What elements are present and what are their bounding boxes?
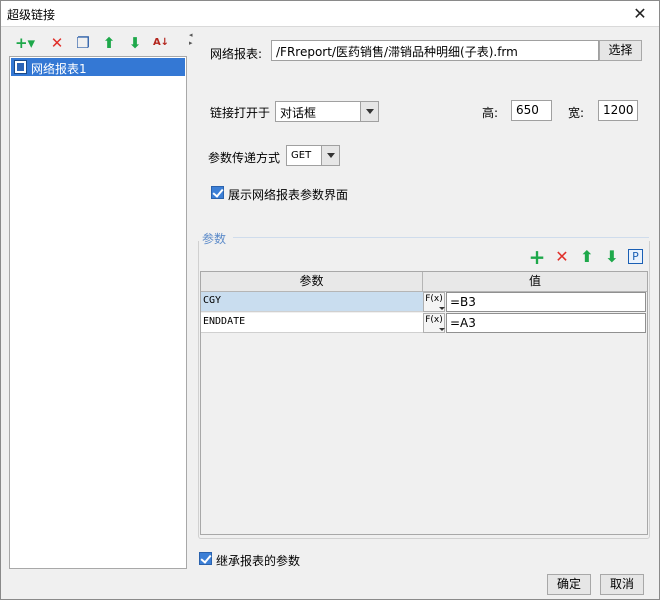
tree-item-web-report[interactable]: 网络报表1 <box>11 58 185 76</box>
move-param-down-icon[interactable]: ⬇ <box>602 247 622 267</box>
open-in-value: 对话框 <box>280 106 317 120</box>
add-param-icon[interactable]: + <box>527 247 547 267</box>
open-in-label: 链接打开于 <box>210 106 271 120</box>
chevron-down-icon <box>321 146 339 165</box>
tree-item-label: 网络报表1 <box>31 62 87 76</box>
close-icon[interactable]: ✕ <box>629 3 651 25</box>
delete-icon[interactable]: ✕ <box>47 33 67 53</box>
table-row-param-value[interactable]: =B3 <box>446 292 646 312</box>
formula-icon[interactable]: F(x) <box>423 313 445 333</box>
show-params-checkbox[interactable] <box>211 186 224 199</box>
param-icon[interactable]: P <box>628 249 643 264</box>
report-path-field[interactable]: /FRreport/医药销售/滞销品种明细(子表).frm <box>271 40 599 61</box>
width-field[interactable]: 1200 <box>598 100 638 121</box>
chevron-down-icon <box>360 102 378 121</box>
param-method-value: GET <box>291 150 312 161</box>
table-row-param-name[interactable]: ENDDATE <box>201 313 423 333</box>
group-divider <box>233 237 649 238</box>
height-field[interactable]: 650 <box>511 100 552 121</box>
title-bar: 超级链接 ✕ <box>1 1 659 27</box>
column-header-value[interactable]: 值 <box>423 272 647 292</box>
table-row-param-name[interactable]: CGY <box>201 292 423 312</box>
hyperlink-dialog: 超级链接 ✕ +▾ ✕ ❐ ⬆ ⬇ A↓ ◂ ▸ 网络报表1 网络报表: /FRr… <box>0 0 660 600</box>
show-params-label: 展示网络报表参数界面 <box>228 188 349 202</box>
params-table: 参数 值 CGY F(x) =B3 ENDDATE F(x) =A3 <box>200 271 648 535</box>
splitter-collapse-icon[interactable]: ◂ ▸ <box>189 31 195 51</box>
formula-icon[interactable]: F(x) <box>423 292 445 312</box>
move-up-icon[interactable]: ⬆ <box>99 33 119 53</box>
inherit-params-checkbox[interactable] <box>199 552 212 565</box>
report-label: 网络报表: <box>210 47 263 61</box>
link-tree-panel: 网络报表1 <box>9 56 187 569</box>
move-down-icon[interactable]: ⬇ <box>125 33 145 53</box>
width-label: 宽: <box>568 106 585 120</box>
dialog-title: 超级链接 <box>7 8 56 22</box>
move-param-up-icon[interactable]: ⬆ <box>577 247 597 267</box>
open-in-select[interactable]: 对话框 <box>275 101 379 122</box>
sort-az-icon[interactable]: A↓ <box>150 33 172 53</box>
copy-icon[interactable]: ❐ <box>73 33 93 53</box>
ok-button[interactable]: 确定 <box>547 574 591 595</box>
param-method-label: 参数传递方式 <box>208 151 281 165</box>
delete-param-icon[interactable]: ✕ <box>552 247 572 267</box>
left-toolbar: +▾ ✕ ❐ ⬆ ⬇ A↓ <box>9 31 189 55</box>
add-icon[interactable]: +▾ <box>13 33 37 53</box>
inherit-params-label: 继承报表的参数 <box>216 554 301 568</box>
select-report-button[interactable]: 选择 <box>599 40 642 61</box>
column-header-param[interactable]: 参数 <box>201 272 423 292</box>
table-row-param-value[interactable]: =A3 <box>446 313 646 333</box>
param-method-select[interactable]: GET <box>286 145 340 166</box>
cancel-button[interactable]: 取消 <box>600 574 644 595</box>
height-label: 高: <box>482 106 499 120</box>
report-icon <box>14 60 27 74</box>
